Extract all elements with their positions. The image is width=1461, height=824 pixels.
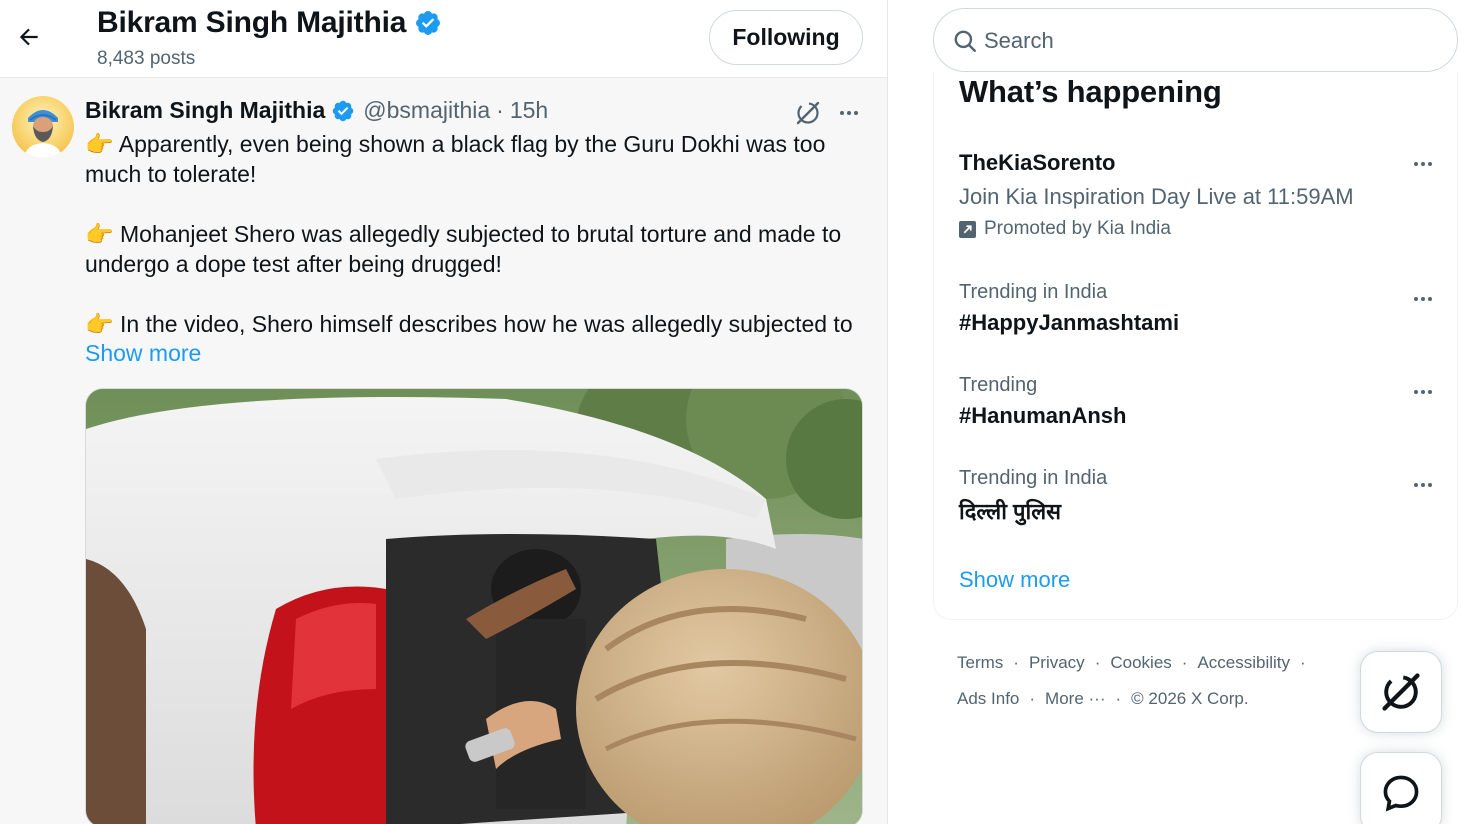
profile-header-bar: Bikram Singh Majithia 8,483 posts Follow… [0,0,887,78]
verified-badge-icon [416,11,441,35]
footer-separator: · [1300,653,1306,672]
search-input[interactable] [984,23,1434,59]
grok-button[interactable] [792,97,824,129]
promoted-by: Promoted by Kia India [959,218,1439,240]
footer-separator: · [1181,653,1188,672]
avatar-illustration [24,110,62,158]
more-dots-icon [840,111,858,115]
promoted-description: Join Kia Inspiration Day Live at 11:59AM [959,184,1354,209]
trend-more-button[interactable] [1407,285,1439,313]
promoted-trend[interactable]: TheKiaSorento Join Kia Inspiration Day L… [959,150,1439,240]
arrow-left-icon [19,28,38,46]
more-dots-icon [1414,297,1432,301]
trend-context: Trending in India [959,281,1108,303]
trends-show-more-link[interactable]: Show more [959,567,1070,593]
tweet-separator: · [496,97,504,123]
trend-more-button[interactable] [1407,471,1439,499]
grok-floating-button[interactable] [1360,651,1442,733]
promoted-icon [959,220,976,238]
profile-name-text: Bikram Singh Majithia [97,6,407,39]
trend-item[interactable]: Trending in India दिल्ली पुलिस [959,467,1439,526]
trends-panel: What’s happening TheKiaSorento Join Kia … [933,72,1458,620]
tweet-paragraph: 👉 In the video, Shero himself describes … [85,311,853,337]
trend-context: Trending in India [959,467,1108,489]
tweet-timestamp[interactable]: 15h [510,97,548,124]
promoted-by-text: Promoted by Kia India [984,218,1171,239]
footer-link-accessibility[interactable]: Accessibility [1197,653,1290,673]
tweet[interactable]: Bikram Singh Majithia @bsmajithia · 15h … [0,79,887,824]
messages-floating-button[interactable] [1360,752,1442,824]
promoted-account-name: TheKiaSorento [959,150,1116,175]
trend-item[interactable]: Trending in India #HappyJanmashtami [959,281,1439,336]
footer-link-ads-info[interactable]: Ads Info [957,689,1019,709]
grok-icon [1382,673,1420,711]
trend-more-button[interactable] [1407,150,1439,178]
tweet-header: Bikram Singh Majithia @bsmajithia · 15h [85,97,548,124]
search-icon [954,30,976,52]
footer-link-terms[interactable]: Terms [957,653,1003,673]
tweet-more-button[interactable] [832,97,866,129]
trend-context: Trending [959,374,1038,396]
footer-link-more[interactable]: More ··· [1045,689,1105,709]
profile-title: Bikram Singh Majithia [97,6,442,40]
trends-title: What’s happening [959,74,1222,109]
trend-name: दिल्ली पुलिस [959,499,1062,524]
footer-link-privacy[interactable]: Privacy [1029,653,1085,673]
trend-name: #HappyJanmashtami [959,310,1180,335]
trend-name: #HanumanAnsh [959,403,1127,428]
footer-separator: · [1115,689,1122,708]
more-dots-icon [1414,390,1432,394]
trend-more-button[interactable] [1407,378,1439,406]
tweet-handle[interactable]: @bsmajithia [363,97,490,124]
footer-links: Terms · Privacy · Cookies · Accessibilit… [957,652,1357,710]
tweet-paragraph: 👉 Mohanjeet Shero was allegedly subjecte… [85,221,842,277]
verified-badge-icon [333,100,354,121]
tweet-show-more-link[interactable]: Show more [85,340,201,367]
grok-icon [796,101,820,125]
avatar[interactable] [12,96,74,158]
footer-separator: · [1094,653,1101,672]
footer-link-cookies[interactable]: Cookies [1110,653,1171,673]
tweet-text: 👉 Apparently, even being shown a black f… [85,129,875,339]
footer-copyright: © 2026 X Corp. [1131,689,1249,708]
footer-separator: · [1029,689,1036,708]
more-dots-icon [1414,483,1432,487]
posts-count: 8,483 posts [97,48,196,69]
back-button[interactable] [10,18,48,56]
following-button[interactable]: Following [709,10,863,65]
tweet-author-name[interactable]: Bikram Singh Majithia [85,97,325,124]
more-dots-icon [1414,162,1432,166]
search-box[interactable] [933,8,1458,72]
message-bubble-icon [1383,775,1419,812]
tweet-video[interactable] [85,388,863,824]
video-frame-illustration [86,389,862,824]
main-column: Bikram Singh Majithia 8,483 posts Follow… [0,0,888,824]
footer-separator: · [1013,653,1019,672]
tweet-paragraph: 👉 Apparently, even being shown a black f… [85,131,826,187]
trend-item[interactable]: Trending #HanumanAnsh [959,374,1439,429]
